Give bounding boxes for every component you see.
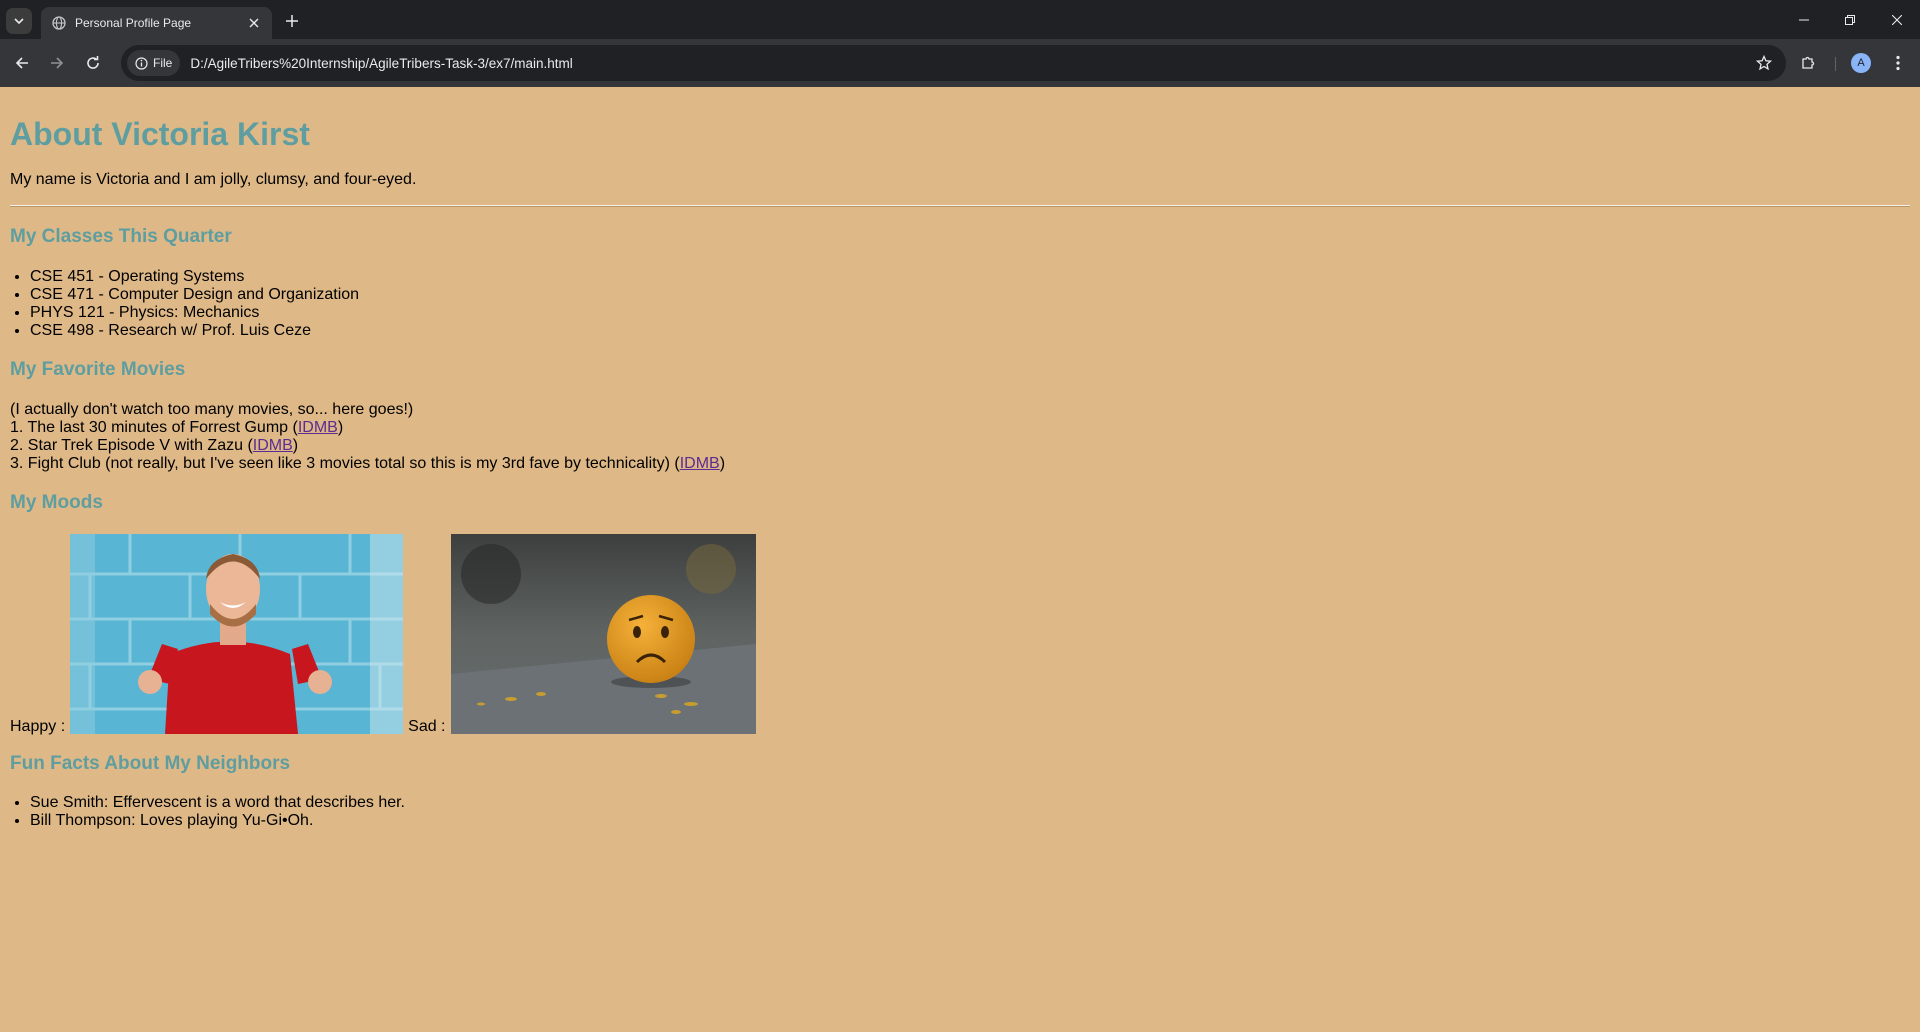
movie-close: ) [719,454,726,472]
close-tab-icon[interactable] [244,13,264,33]
list-item: 1. The last 30 minutes of Forrest Gump (… [10,419,1910,437]
imdb-link[interactable]: IDMB [253,437,293,454]
classes-heading: My Classes This Quarter [10,226,232,248]
list-item: 2. Star Trek Episode V with Zazu (IDMB) [10,437,1910,455]
movies-list: 1. The last 30 minutes of Forrest Gump (… [10,419,1910,473]
minimize-icon [1799,19,1809,20]
minimize-button[interactable] [1781,0,1827,39]
neighbors-heading: Fun Facts About My Neighbors [10,752,291,774]
movie-text: The last 30 minutes of Forrest Gump ( [27,418,298,436]
forward-button[interactable] [43,49,71,77]
list-number: 2. [10,436,24,454]
classes-list: CSE 451 - Operating Systems CSE 471 - Co… [10,268,1910,340]
chevron-down-icon [14,18,24,25]
happy-man-image [70,533,404,734]
close-icon [1892,14,1902,25]
tab-active[interactable]: Personal Profile Page [41,7,272,39]
toolbar-separator [1835,57,1836,71]
list-item: Bill Thompson: Loves playing Yu-Gi•Oh. [30,812,1910,830]
movie-close: ) [337,418,344,436]
imdb-link[interactable]: IDMB [298,419,338,436]
plus-icon [286,15,298,27]
movie-text: Star Trek Episode V with Zazu ( [27,436,253,454]
movie-text: Fight Club (not really, but I've seen li… [27,454,680,472]
sad-label: Sad : [408,717,446,735]
moods-heading: My Moods [10,491,103,513]
tab-strip: Personal Profile Page [0,0,1920,39]
close-window-button[interactable] [1874,0,1920,39]
movie-close: ) [292,436,299,454]
intro-text: My name is Victoria and I am jolly, clum… [10,171,417,189]
avatar: A [1851,53,1871,73]
tab-search-button[interactable] [6,8,32,34]
bookmark-star-icon[interactable] [1754,53,1774,73]
list-item: PHYS 121 - Physics: Mechanics [30,304,1910,322]
tab-title: Personal Profile Page [75,16,192,30]
list-item: Sue Smith: Effervescent is a word that d… [30,794,1910,812]
page-title: About Victoria Kirst [10,116,310,152]
list-item: CSE 451 - Operating Systems [30,268,1910,286]
menu-button[interactable] [1884,49,1912,77]
reload-button[interactable] [79,49,107,77]
divider [10,205,1910,208]
sad-orange-image [450,533,756,734]
profile-button[interactable]: A [1847,49,1875,77]
list-number: 3. [10,454,24,472]
list-item: 3. Fight Club (not really, but I've seen… [10,455,1910,473]
moods-row: Happy : Sad: [10,533,1910,735]
arrow-right-icon [51,57,64,69]
browser-chrome: Personal Profile Page File D:/AgileTribe… [0,0,1920,87]
movies-intro: (I actually don't watch too many movies,… [10,400,414,418]
neighbors-list: Sue Smith: Effervescent is a word that d… [10,794,1910,830]
address-bar[interactable]: File D:/AgileTribers%20Internship/AgileT… [121,45,1786,81]
site-info-chip[interactable]: File [127,50,181,76]
toolbar: File D:/AgileTribers%20Internship/AgileT… [0,39,1920,87]
happy-label: Happy : [10,717,66,735]
list-item: CSE 471 - Computer Design and Organizati… [30,286,1910,304]
list-item: CSE 498 - Research w/ Prof. Luis Ceze [30,322,1910,340]
imdb-link[interactable]: IDMB [680,455,720,472]
list-number: 1. [10,418,24,436]
page-content: About Victoria Kirst My name is Victoria… [0,116,1920,830]
info-icon [135,56,148,70]
restore-button[interactable] [1827,0,1873,39]
new-tab-button[interactable] [280,9,304,33]
puzzle-icon [1802,56,1815,69]
arrow-left-icon [15,57,28,69]
restore-icon [1845,14,1855,25]
url-text[interactable]: D:/AgileTribers%20Internship/AgileTriber… [190,56,572,71]
globe-icon [51,15,67,31]
chip-label: File [153,56,173,70]
kebab-menu-icon [1896,55,1900,71]
reload-icon [87,56,99,69]
extensions-button[interactable] [1794,49,1822,77]
movies-heading: My Favorite Movies [10,358,186,380]
back-button[interactable] [8,49,36,77]
